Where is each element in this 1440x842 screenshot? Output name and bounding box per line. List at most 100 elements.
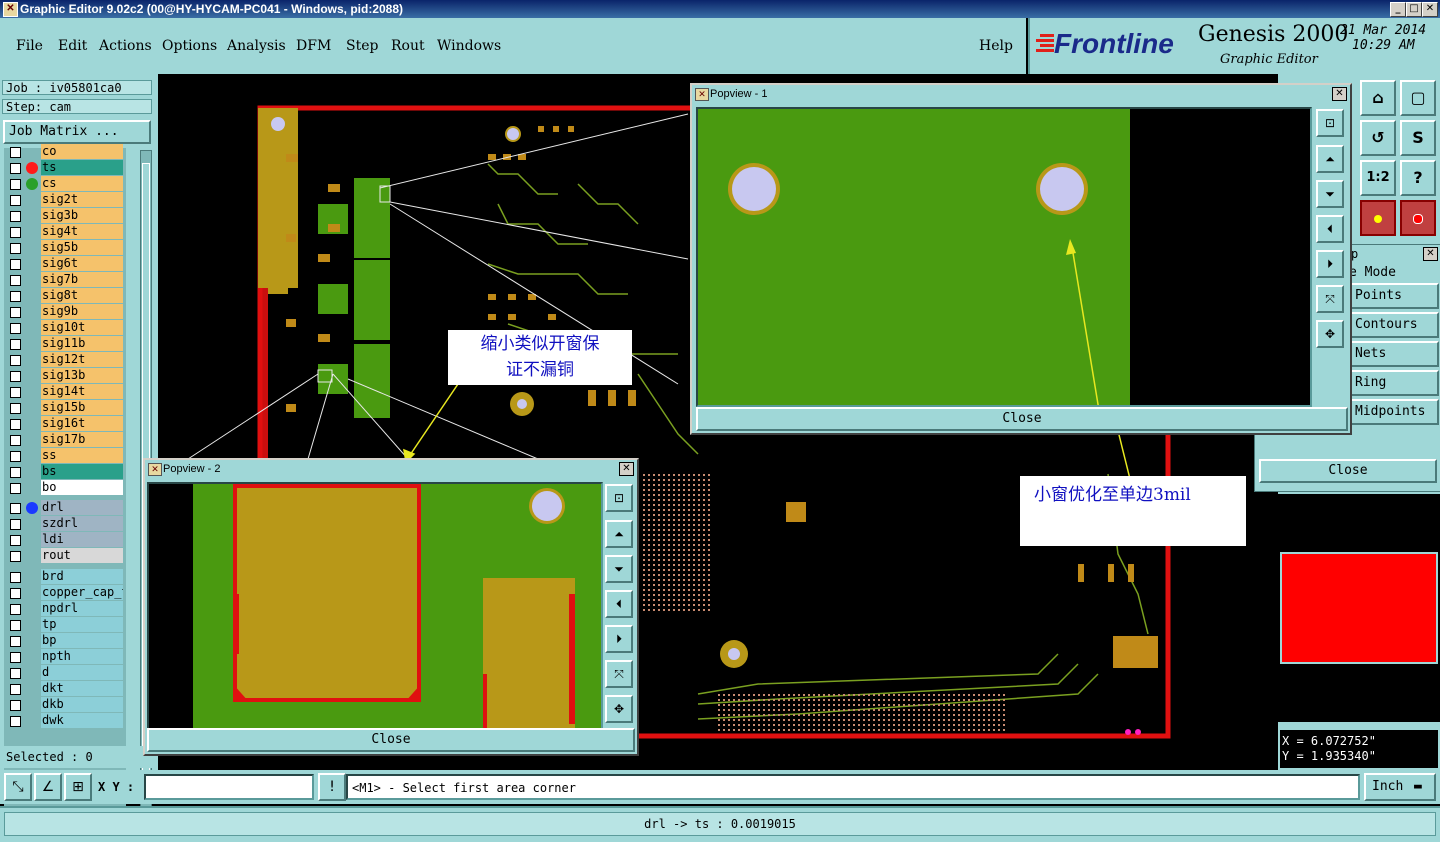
- route-icon[interactable]: S: [1400, 120, 1436, 156]
- layer-checkbox[interactable]: [10, 503, 21, 514]
- menu-step[interactable]: Step: [346, 38, 378, 54]
- popview-1-close-icon[interactable]: ✕: [1332, 87, 1347, 101]
- layer-name[interactable]: d: [41, 665, 123, 680]
- layer-row-drl[interactable]: drl: [6, 500, 124, 515]
- layer-checkbox[interactable]: [10, 259, 21, 270]
- layer-row-npdrl[interactable]: npdrl: [6, 601, 124, 616]
- layer-row-d[interactable]: d: [6, 665, 124, 680]
- menu-options[interactable]: Options: [162, 38, 217, 54]
- home-icon[interactable]: ⌂: [1360, 80, 1396, 116]
- layer-checkbox[interactable]: [10, 716, 21, 727]
- layer-name[interactable]: ldi: [41, 532, 123, 547]
- layer-row-copper_cap_t[interactable]: copper_cap_t: [6, 585, 124, 600]
- layer-row-sig4t[interactable]: sig4t: [6, 224, 124, 239]
- layer-checkbox[interactable]: [10, 307, 21, 318]
- ratio-icon[interactable]: 1:2: [1360, 160, 1396, 196]
- layer-row-cs[interactable]: cs: [6, 176, 124, 191]
- grid-snap-icon[interactable]: ⊞: [64, 773, 92, 801]
- layer-row-co[interactable]: co: [6, 144, 124, 159]
- layer-checkbox[interactable]: [10, 179, 21, 190]
- layer-row-sig7b[interactable]: sig7b: [6, 272, 124, 287]
- menu-file[interactable]: File: [16, 38, 43, 54]
- layer-row-bp[interactable]: bp: [6, 633, 124, 648]
- pan-down-icon[interactable]: ⏷: [605, 555, 633, 583]
- pan-up-icon[interactable]: ⏶: [605, 520, 633, 548]
- layer-name[interactable]: sig8t: [41, 288, 123, 303]
- layer-name[interactable]: sig9b: [41, 304, 123, 319]
- popview-1-view[interactable]: [696, 107, 1312, 407]
- layer-row-dwk[interactable]: dwk: [6, 713, 124, 728]
- layer-row-sig11b[interactable]: sig11b: [6, 336, 124, 351]
- layer-row-sig2t[interactable]: sig2t: [6, 192, 124, 207]
- layer-name[interactable]: sig5b: [41, 240, 123, 255]
- snap-midpoints-button[interactable]: Midpoints: [1349, 399, 1439, 425]
- layer-checkbox[interactable]: [10, 535, 21, 546]
- alert-icon[interactable]: !: [318, 773, 346, 801]
- pan-left-icon[interactable]: ⏴: [1316, 215, 1344, 243]
- layer-row-rout[interactable]: rout: [6, 548, 124, 563]
- zoom-in-icon[interactable]: ✥: [1316, 320, 1344, 348]
- overview-map[interactable]: [1278, 494, 1440, 722]
- layer-name[interactable]: sig7b: [41, 272, 123, 287]
- xy-input[interactable]: [144, 774, 314, 800]
- layer-name[interactable]: npdrl: [41, 601, 123, 616]
- layer-row-bo[interactable]: bo: [6, 480, 124, 495]
- layer-name[interactable]: bo: [41, 480, 123, 495]
- angle-icon[interactable]: ∠: [34, 773, 62, 801]
- layer-name[interactable]: tp: [41, 617, 123, 632]
- layer-name[interactable]: brd: [41, 569, 123, 584]
- layer-checkbox[interactable]: [10, 195, 21, 206]
- menu-analysis[interactable]: Analysis: [227, 38, 286, 54]
- layer-checkbox[interactable]: [10, 355, 21, 366]
- menu-help[interactable]: Help: [979, 38, 1013, 54]
- layer-checkbox[interactable]: [10, 371, 21, 382]
- menu-actions[interactable]: Actions: [99, 38, 152, 54]
- layer-checkbox[interactable]: [10, 243, 21, 254]
- layer-row-sig15b[interactable]: sig15b: [6, 400, 124, 415]
- layer-name[interactable]: sig11b: [41, 336, 123, 351]
- layer-name[interactable]: ss: [41, 448, 123, 463]
- layer-checkbox[interactable]: [10, 323, 21, 334]
- popview-1-title-bar[interactable]: ✕ Popview - 1 ✕: [692, 85, 1350, 103]
- layer-name[interactable]: copper_cap_t: [41, 585, 123, 600]
- layer-checkbox[interactable]: [10, 604, 21, 615]
- layer-row-bs[interactable]: bs: [6, 464, 124, 479]
- layer-name[interactable]: bs: [41, 464, 123, 479]
- layer-checkbox[interactable]: [10, 467, 21, 478]
- layer-name[interactable]: ts: [41, 160, 123, 175]
- layer-name[interactable]: sig14t: [41, 384, 123, 399]
- layer-checkbox[interactable]: [10, 435, 21, 446]
- layer-row-sig13b[interactable]: sig13b: [6, 368, 124, 383]
- layer-checkbox[interactable]: [10, 684, 21, 695]
- popview-2-view[interactable]: [147, 482, 603, 730]
- layer-name[interactable]: dkt: [41, 681, 123, 696]
- layer-name[interactable]: cs: [41, 176, 123, 191]
- layer-row-dkb[interactable]: dkb: [6, 697, 124, 712]
- layer-row-sig12t[interactable]: sig12t: [6, 352, 124, 367]
- menu-edit[interactable]: Edit: [58, 38, 87, 54]
- layers-color-icon-2[interactable]: [1400, 200, 1436, 236]
- snap-ring-button[interactable]: Ring: [1349, 370, 1439, 396]
- layer-checkbox[interactable]: [10, 483, 21, 494]
- snap-nets-button[interactable]: Nets: [1349, 341, 1439, 367]
- snap-close-button[interactable]: Close: [1259, 459, 1437, 483]
- layer-name[interactable]: rout: [41, 548, 123, 563]
- pan-up-icon[interactable]: ⏶: [1316, 145, 1344, 173]
- layer-checkbox[interactable]: [10, 519, 21, 530]
- layer-checkbox[interactable]: [10, 572, 21, 583]
- layer-name[interactable]: sig15b: [41, 400, 123, 415]
- help-icon[interactable]: ?: [1400, 160, 1436, 196]
- layer-row-sig3b[interactable]: sig3b: [6, 208, 124, 223]
- frame-icon[interactable]: ▢: [1400, 80, 1436, 116]
- job-matrix-button[interactable]: Job Matrix ...: [3, 120, 151, 144]
- menu-dfm[interactable]: DFM: [296, 38, 331, 54]
- layer-checkbox[interactable]: [10, 620, 21, 631]
- layer-name[interactable]: sig3b: [41, 208, 123, 223]
- layer-checkbox[interactable]: [10, 275, 21, 286]
- overview-viewport[interactable]: [1280, 552, 1438, 664]
- zoom-out-icon[interactable]: ⤧: [605, 660, 633, 688]
- layer-name[interactable]: sig4t: [41, 224, 123, 239]
- window-title-bar[interactable]: ✕ Graphic Editor 9.02c2 (00@HY-HYCAM-PC0…: [0, 0, 1440, 18]
- menu-windows[interactable]: Windows: [437, 38, 501, 54]
- layer-name[interactable]: sig10t: [41, 320, 123, 335]
